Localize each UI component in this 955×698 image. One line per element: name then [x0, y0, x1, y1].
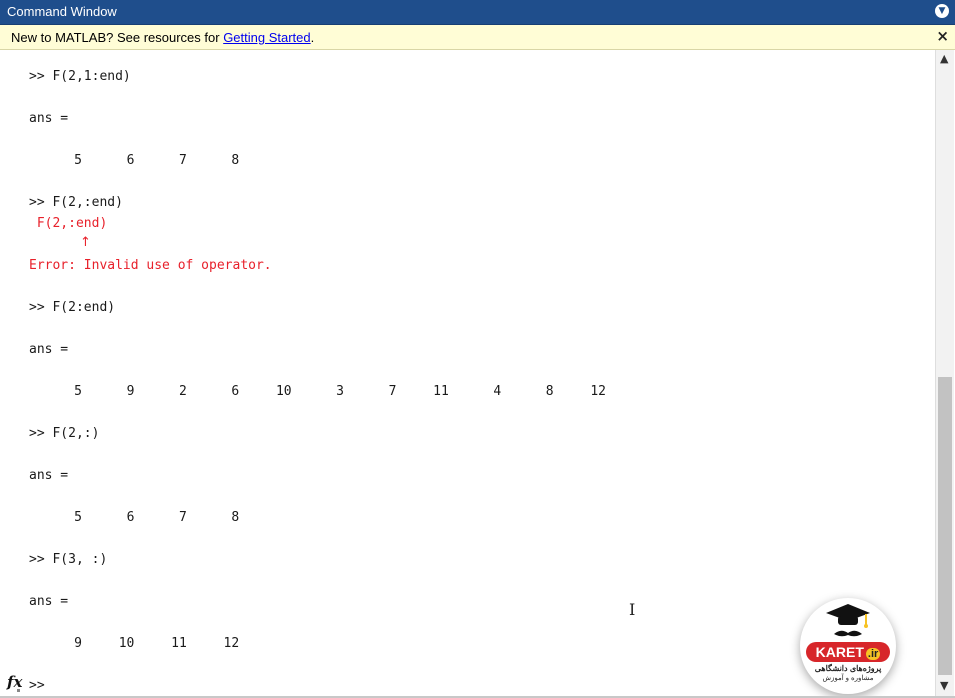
ans-label: ans =	[29, 342, 69, 357]
result-value: 11	[171, 636, 187, 651]
result-value: 8	[545, 384, 554, 399]
logo-tagline: پروژه‌های دانشگاهی	[814, 664, 882, 673]
scroll-down-icon[interactable]: ▼	[940, 679, 948, 692]
result-value: 8	[231, 153, 240, 168]
ans-label: ans =	[29, 594, 69, 609]
result-value: 5	[74, 153, 82, 168]
command-line: >> F(3, :)	[29, 552, 108, 567]
result-value: 10	[275, 384, 292, 399]
getting-started-link[interactable]: Getting Started	[223, 30, 310, 45]
result-value: 5	[74, 384, 82, 399]
logo-subtitle: مشاوره و آموزش	[822, 675, 874, 682]
scrollbar-thumb[interactable]	[938, 377, 952, 675]
fx-dropdown-dot	[17, 689, 20, 692]
result-value: 10	[118, 636, 135, 651]
command-line: >> F(2,:)	[29, 426, 100, 441]
result-value: 6	[126, 510, 135, 525]
window-actions-button[interactable]: ▼	[935, 4, 949, 18]
scroll-up-icon[interactable]: ▲	[940, 52, 948, 65]
banner-suffix: .	[310, 30, 315, 45]
graduation-cap-icon	[826, 604, 870, 637]
command-line: >> F(2,1:end)	[29, 69, 131, 84]
result-value: 6	[126, 153, 135, 168]
command-line: >> F(2:end)	[29, 300, 116, 315]
error-echo: F(2,:end)	[29, 216, 108, 231]
command-prompt[interactable]: >>	[29, 678, 45, 693]
result-value: 12	[590, 384, 606, 399]
command-output[interactable]: >> F(2,1:end) ans = 5 6 7 8 >> F(2,:end) F(…	[0, 50, 935, 696]
function-browser-icon[interactable]: fx	[7, 673, 22, 691]
error-message: Error: Invalid use of operator.	[29, 258, 272, 273]
window-title: Command Window	[7, 4, 117, 19]
ans-label: ans =	[29, 111, 69, 126]
logo-tld: .ir	[865, 648, 881, 660]
getting-started-banner: New to MATLAB? See resources for Getting…	[0, 25, 955, 50]
result-value: 9	[126, 384, 135, 399]
result-value: 9	[74, 636, 82, 651]
result-value: 3	[336, 384, 344, 399]
result-value: 7	[178, 153, 187, 168]
result-value: 11	[433, 384, 449, 399]
result-value: 2	[178, 384, 187, 399]
karet-logo: KARET .ir پروژه‌های دانشگاهی مشاوره و آمو…	[800, 598, 896, 694]
banner-text: New to MATLAB? See resources for Getting…	[11, 30, 314, 45]
ans-label: ans =	[29, 468, 69, 483]
title-bar: Command Window ▼	[0, 0, 955, 25]
result-value: 7	[178, 510, 187, 525]
result-value: 8	[231, 510, 240, 525]
close-icon[interactable]: ×	[936, 27, 949, 45]
result-value: 6	[231, 384, 240, 399]
banner-prefix: New to MATLAB? See resources for	[11, 30, 224, 45]
text-cursor-icon: I	[629, 600, 636, 619]
chevron-down-icon: ▼	[938, 6, 946, 16]
logo-brand-text: KARET	[815, 644, 864, 660]
result-value: 7	[388, 384, 397, 399]
result-value: 5	[74, 510, 82, 525]
command-line: >> F(2,:end)	[29, 195, 123, 210]
result-value: 4	[493, 384, 502, 399]
result-value: 12	[223, 636, 240, 651]
logo-brand: KARET .ir	[806, 642, 890, 662]
vertical-scrollbar[interactable]: ▲ ▼	[935, 50, 954, 696]
error-arrow-icon: ↑	[80, 235, 91, 250]
